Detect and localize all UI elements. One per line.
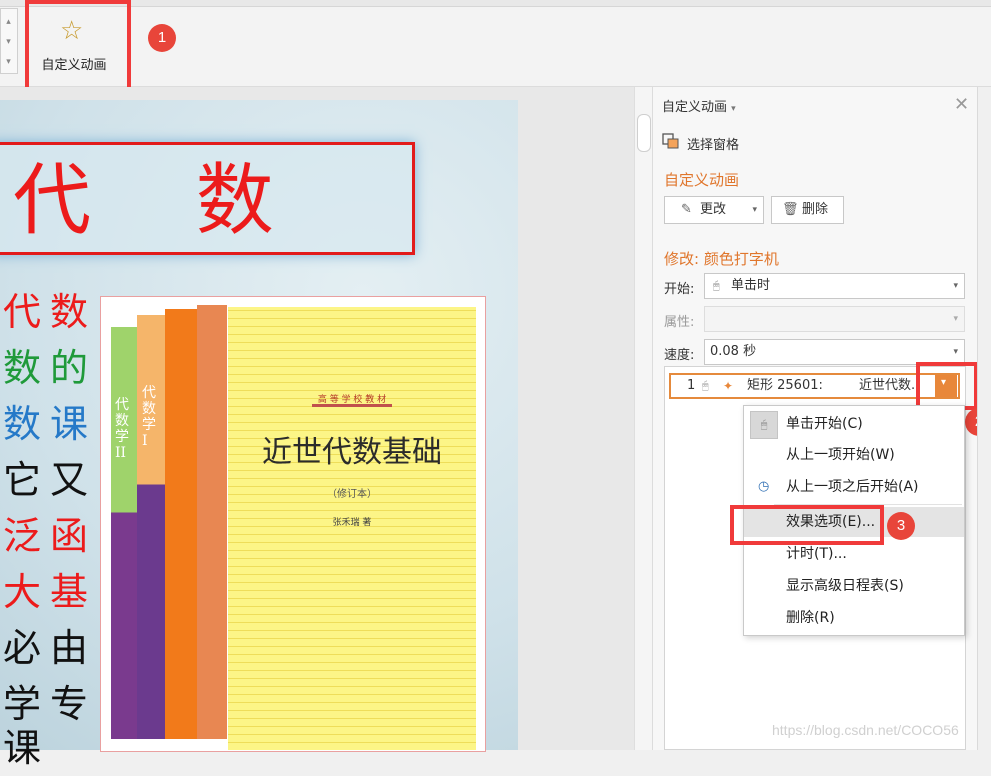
pane-title-text: 自定义动画 bbox=[662, 100, 728, 115]
ribbon-top-border bbox=[0, 0, 991, 7]
spine-text: 代数学II bbox=[115, 397, 129, 461]
highlight-box-1 bbox=[25, 0, 131, 92]
slide-title-box[interactable]: 代 数 bbox=[0, 142, 415, 255]
speed-value: 0.08 秒 bbox=[710, 344, 757, 359]
chevron-down-icon: ▾ bbox=[953, 314, 958, 324]
book-spine-red bbox=[165, 309, 197, 739]
scroll-up-icon[interactable]: ▴ bbox=[3, 13, 14, 31]
slide-title: 代 数 bbox=[13, 156, 314, 246]
step-badge-1: 1 bbox=[148, 24, 176, 52]
mouse-icon: 🖱 bbox=[702, 379, 709, 392]
menu-label: 从上一项之后开始(A) bbox=[786, 479, 919, 495]
mouse-icon: 🖱 bbox=[713, 279, 720, 292]
select-pane-link[interactable]: 选择窗格 bbox=[687, 134, 739, 153]
more-icon[interactable]: ▾ bbox=[3, 53, 14, 71]
cover-author: 张禾瑞 著 bbox=[332, 518, 372, 528]
effect-icon: ✦ bbox=[723, 379, 734, 393]
scroll-down-icon[interactable]: ▾ bbox=[3, 33, 14, 51]
close-icon[interactable]: ✕ bbox=[954, 94, 969, 115]
change-button[interactable]: ✎ 更改 ▾ bbox=[664, 196, 764, 224]
menu-item-after-previous[interactable]: ◷ 从上一项之后开始(A) bbox=[744, 472, 964, 502]
item-text: 矩形 25601: bbox=[747, 378, 823, 393]
book-cover: 高 等 学 校 教 材 近世代数基础 （修订本） 张禾瑞 著 bbox=[228, 307, 476, 750]
step-badge-3: 3 bbox=[887, 512, 915, 540]
item-target: 近世代数.. bbox=[859, 378, 920, 393]
clock-icon: ◷ bbox=[758, 479, 770, 494]
mouse-icon: 🖱 bbox=[750, 411, 778, 439]
slide-scrollbar[interactable] bbox=[634, 87, 652, 750]
menu-label: 从上一项开始(W) bbox=[786, 447, 895, 463]
menu-item-delete[interactable]: 删除(R) bbox=[744, 603, 964, 633]
menu-label: 删除(R) bbox=[786, 610, 835, 626]
menu-item-with-previous[interactable]: 从上一项开始(W) bbox=[744, 440, 964, 470]
chevron-down-icon: ▾ bbox=[953, 281, 958, 291]
menu-item-start-on-click[interactable]: 🖱 单击开始(C) bbox=[744, 409, 964, 439]
start-select[interactable]: 🖱 单击时 ▾ bbox=[704, 273, 965, 299]
right-side-toolbar bbox=[977, 87, 991, 750]
menu-label: 单击开始(C) bbox=[786, 416, 863, 432]
start-label: 开始: bbox=[664, 282, 695, 297]
chevron-down-icon: ▾ bbox=[752, 205, 757, 215]
chevron-down-icon: ▾ bbox=[731, 104, 736, 114]
pencil-icon: ✎ bbox=[681, 202, 692, 217]
book-spine-green: 代数学II bbox=[111, 327, 137, 739]
select-pane-icon[interactable] bbox=[662, 132, 680, 154]
spine-text: 代数学I bbox=[142, 385, 156, 449]
menu-item-advanced-timeline[interactable]: 显示高级日程表(S) bbox=[744, 571, 964, 601]
trash-icon: 🗑 bbox=[782, 202, 799, 217]
start-value: 单击时 bbox=[731, 278, 771, 293]
speed-label: 速度: bbox=[664, 348, 695, 363]
section-title: 自定义动画 bbox=[664, 171, 740, 189]
item-index: 1 bbox=[687, 378, 696, 393]
highlight-box-2 bbox=[916, 362, 978, 410]
delete-label: 删除 bbox=[802, 202, 829, 217]
chevron-down-icon: ▾ bbox=[953, 347, 958, 357]
modify-label: 修改: 颜色打字机 bbox=[664, 250, 779, 268]
book-spine-salmon bbox=[197, 305, 227, 739]
book-spine-orange: 代数学I bbox=[137, 315, 165, 739]
scrollbar-thumb[interactable] bbox=[637, 114, 651, 152]
cover-subtitle: （修订本） bbox=[327, 489, 377, 500]
property-label: 属性: bbox=[664, 315, 695, 330]
pane-title[interactable]: 自定义动画 ▾ bbox=[662, 96, 736, 115]
highlight-box-3 bbox=[730, 505, 884, 545]
delete-button[interactable]: 🗑 删除 bbox=[771, 196, 844, 224]
menu-label: 显示高级日程表(S) bbox=[786, 578, 904, 594]
change-label: 更改 bbox=[700, 202, 727, 217]
cover-rule bbox=[312, 404, 392, 407]
watermark: https://blog.csdn.net/COCO56 bbox=[772, 722, 959, 738]
property-select[interactable]: ▾ bbox=[704, 306, 965, 332]
cover-title: 近世代数基础 bbox=[262, 435, 442, 470]
ribbon-scroll-stub[interactable]: ▴ ▾ ▾ bbox=[0, 8, 18, 74]
